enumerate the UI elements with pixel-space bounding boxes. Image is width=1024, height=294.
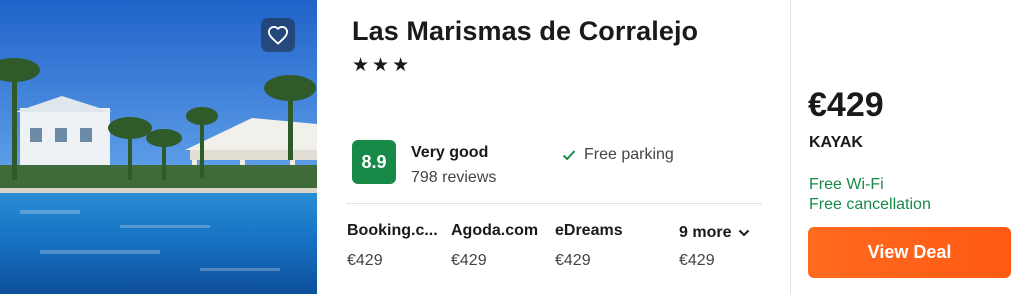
provider-option[interactable]: Booking.c... €429 bbox=[347, 222, 438, 270]
provider-price: €429 bbox=[555, 252, 591, 269]
perk-free-wifi: Free Wi-Fi bbox=[809, 176, 884, 193]
provider-option[interactable]: Agoda.com €429 bbox=[451, 222, 538, 270]
view-deal-button[interactable]: View Deal bbox=[808, 227, 1011, 278]
favorite-button[interactable] bbox=[261, 18, 295, 52]
chevron-down-icon bbox=[738, 229, 750, 237]
deal-price[interactable]: €429 bbox=[808, 86, 884, 125]
star-rating: ★★★ bbox=[352, 55, 413, 76]
provider-name: Booking.c... bbox=[347, 222, 438, 239]
amenity-label: Free parking bbox=[584, 146, 674, 163]
heart-icon bbox=[267, 25, 289, 45]
hotel-photo[interactable] bbox=[0, 0, 317, 294]
provider-name: Agoda.com bbox=[451, 222, 539, 239]
column-divider bbox=[790, 0, 791, 294]
provider-price: €429 bbox=[347, 252, 383, 269]
rating-label: Very good bbox=[411, 144, 489, 161]
more-providers[interactable]: 9 more €429 bbox=[679, 224, 750, 270]
provider-name: eDreams bbox=[555, 222, 623, 239]
more-label: 9 more bbox=[679, 224, 732, 241]
hotel-name[interactable]: Las Marismas de Corralejo bbox=[352, 16, 698, 47]
provider-option[interactable]: eDreams €429 bbox=[555, 222, 623, 270]
review-score-badge: 8.9 bbox=[352, 140, 396, 184]
deal-source: KAYAK bbox=[809, 134, 863, 151]
check-icon bbox=[562, 149, 576, 161]
perk-free-cancellation: Free cancellation bbox=[809, 196, 931, 213]
review-count[interactable]: 798 reviews bbox=[411, 169, 496, 187]
more-providers-button[interactable]: 9 more bbox=[679, 224, 750, 242]
provider-price: €429 bbox=[451, 252, 487, 269]
divider bbox=[346, 203, 762, 204]
amenity-free-parking: Free parking bbox=[562, 146, 674, 164]
more-price: €429 bbox=[679, 252, 715, 269]
hotel-result-card[interactable]: Las Marismas de Corralejo ★★★ 8.9 Very g… bbox=[0, 0, 1024, 294]
